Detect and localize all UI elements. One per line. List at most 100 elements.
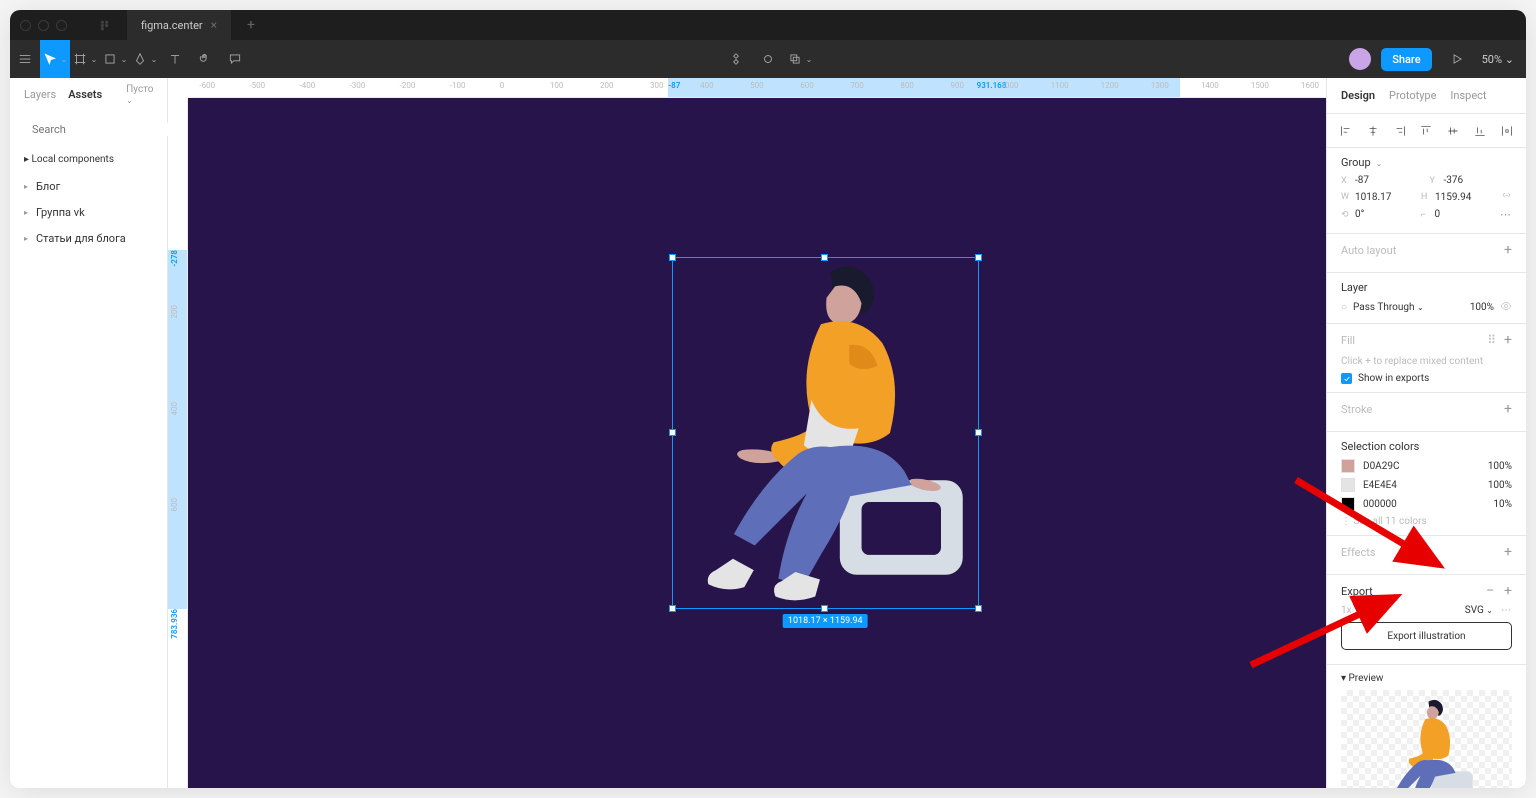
align-hcenter-icon[interactable] bbox=[1366, 124, 1380, 138]
more-icon[interactable]: ⋯ bbox=[1500, 208, 1512, 221]
align-right-icon[interactable] bbox=[1393, 124, 1407, 138]
preview-thumbnail bbox=[1341, 690, 1512, 788]
menu-button[interactable] bbox=[10, 40, 40, 78]
figma-logo-icon bbox=[98, 19, 111, 32]
export-scale[interactable]: 1x bbox=[1341, 605, 1352, 616]
file-tab-label: figma.center bbox=[141, 19, 203, 32]
section-frame: Group ⌄ X-87 Y-376 W1018.17 H1159.94 ⟲0°… bbox=[1327, 148, 1526, 234]
align-bottom-icon[interactable] bbox=[1473, 124, 1487, 138]
resize-handle[interactable] bbox=[975, 605, 982, 612]
component-icon[interactable] bbox=[721, 40, 751, 78]
tree-item[interactable]: ▸Блог bbox=[18, 173, 159, 199]
shape-tool[interactable]: ⌄ bbox=[100, 40, 130, 78]
resize-handle[interactable] bbox=[821, 605, 828, 612]
see-all-colors[interactable]: ⋮ See all 11 colors bbox=[1341, 516, 1512, 527]
present-button[interactable] bbox=[1442, 40, 1472, 78]
right-panel: Design Prototype Inspect Group ⌄ X-87 Y-… bbox=[1326, 78, 1526, 788]
fill-hint: Click + to replace mixed content bbox=[1341, 354, 1512, 369]
tab-inspect[interactable]: Inspect bbox=[1450, 89, 1486, 102]
show-in-exports-check[interactable]: Show in exports bbox=[1341, 373, 1512, 384]
move-tool[interactable]: ⌄ bbox=[40, 40, 70, 78]
prop-w[interactable]: 1018.17 bbox=[1355, 192, 1391, 203]
new-tab-button[interactable]: + bbox=[237, 17, 265, 33]
comment-tool[interactable] bbox=[220, 40, 250, 78]
resize-handle[interactable] bbox=[669, 429, 676, 436]
preview-toggle[interactable]: ▾ Preview bbox=[1341, 673, 1512, 684]
titlebar: figma.center × + bbox=[10, 10, 1526, 40]
tab-design[interactable]: Design bbox=[1341, 89, 1375, 102]
export-button[interactable]: Export illustration bbox=[1341, 622, 1512, 650]
align-left-icon[interactable] bbox=[1339, 124, 1353, 138]
section-local-components[interactable]: ▸ Local components bbox=[10, 146, 167, 173]
section-fill: Fill ⠿+ Click + to replace mixed content… bbox=[1327, 324, 1526, 393]
tab-assets[interactable]: Assets bbox=[68, 88, 102, 101]
resize-handle[interactable] bbox=[821, 254, 828, 261]
traffic-lights[interactable] bbox=[20, 20, 67, 31]
selection-box[interactable]: 1018.17 × 1159.94 bbox=[672, 257, 979, 609]
resize-handle[interactable] bbox=[669, 254, 676, 261]
visibility-icon[interactable] bbox=[1500, 300, 1512, 315]
left-panel: Layers Assets Пусто ⌄ ▸ Local components… bbox=[10, 78, 168, 788]
boolean-icon[interactable]: ⌄ bbox=[785, 40, 815, 78]
ruler-horizontal: -600 -500 -400 -300 -200 -100 0 100 200 … bbox=[188, 78, 1326, 98]
add-fill[interactable]: + bbox=[1504, 332, 1512, 348]
export-format[interactable]: SVG ⌄ bbox=[1465, 605, 1493, 616]
prop-radius[interactable]: 0 bbox=[1435, 209, 1441, 220]
file-tab[interactable]: figma.center × bbox=[127, 10, 231, 40]
canvas-area: -600 -500 -400 -300 -200 -100 0 100 200 … bbox=[168, 78, 1326, 788]
section-export: Export −+ 1x Suffix SVG ⌄ ⋯ Export illus… bbox=[1327, 575, 1526, 665]
align-controls bbox=[1327, 114, 1526, 148]
assets-search bbox=[10, 112, 167, 146]
resize-handle[interactable] bbox=[975, 429, 982, 436]
toolbar-center: ⌄ bbox=[721, 40, 815, 78]
share-button[interactable]: Share bbox=[1381, 48, 1431, 71]
mask-icon[interactable] bbox=[753, 40, 783, 78]
add-stroke[interactable]: + bbox=[1504, 401, 1512, 417]
resize-handle[interactable] bbox=[669, 605, 676, 612]
close-icon[interactable]: × bbox=[211, 18, 217, 32]
tree-item[interactable]: ▸Статьи для блога bbox=[18, 225, 159, 251]
color-row[interactable]: D0A29C100% bbox=[1341, 459, 1512, 473]
align-vcenter-icon[interactable] bbox=[1446, 124, 1460, 138]
tree-item[interactable]: ▸Группа vk bbox=[18, 199, 159, 225]
toolbar: ⌄ ⌄ ⌄ ⌄ ⌄ Share 50% ⌄ bbox=[10, 40, 1526, 78]
add-autolayout[interactable]: + bbox=[1504, 242, 1512, 258]
resize-handle[interactable] bbox=[975, 254, 982, 261]
export-more-icon[interactable]: ⋯ bbox=[1501, 605, 1512, 616]
illustration bbox=[673, 258, 978, 608]
zoom-dropdown[interactable]: 50% ⌄ bbox=[1482, 53, 1514, 66]
pen-tool[interactable]: ⌄ bbox=[130, 40, 160, 78]
constrain-icon[interactable] bbox=[1501, 190, 1512, 204]
selection-dimensions: 1018.17 × 1159.94 bbox=[783, 614, 868, 628]
canvas[interactable]: 1018.17 × 1159.94 bbox=[188, 98, 1326, 788]
page-dropdown[interactable]: Пусто ⌄ bbox=[126, 84, 153, 106]
add-effect[interactable]: + bbox=[1504, 544, 1512, 560]
frame-tool[interactable]: ⌄ bbox=[70, 40, 100, 78]
right-tabs: Design Prototype Inspect bbox=[1327, 78, 1526, 114]
tab-prototype[interactable]: Prototype bbox=[1389, 89, 1436, 102]
color-row[interactable]: E4E4E4100% bbox=[1341, 478, 1512, 492]
add-export[interactable]: + bbox=[1504, 583, 1512, 599]
user-avatar[interactable] bbox=[1349, 48, 1371, 70]
section-layer: Layer ○ Pass Through ⌄ 100% bbox=[1327, 273, 1526, 324]
prop-x[interactable]: -87 bbox=[1355, 175, 1369, 186]
export-suffix[interactable]: Suffix bbox=[1360, 605, 1385, 616]
ruler-vertical: -278 200 400 600 783.936 bbox=[168, 98, 188, 788]
color-row[interactable]: 00000010% bbox=[1341, 497, 1512, 511]
prop-rotation[interactable]: 0° bbox=[1355, 209, 1364, 220]
text-tool[interactable] bbox=[160, 40, 190, 78]
distribute-icon[interactable] bbox=[1500, 124, 1514, 138]
remove-export[interactable]: − bbox=[1486, 583, 1494, 599]
section-preview: ▾ Preview bbox=[1327, 665, 1526, 788]
hand-tool[interactable] bbox=[190, 40, 220, 78]
prop-y[interactable]: -376 bbox=[1444, 175, 1464, 186]
tab-layers[interactable]: Layers bbox=[24, 88, 56, 101]
blend-mode[interactable]: Pass Through ⌄ bbox=[1353, 302, 1464, 313]
section-autolayout: Auto layout+ bbox=[1327, 234, 1526, 273]
align-top-icon[interactable] bbox=[1419, 124, 1433, 138]
prop-h[interactable]: 1159.94 bbox=[1435, 192, 1471, 203]
section-effects: Effects+ bbox=[1327, 536, 1526, 575]
opacity-input[interactable]: 100% bbox=[1470, 302, 1494, 313]
section-selection-colors: Selection colors D0A29C100% E4E4E4100% 0… bbox=[1327, 432, 1526, 536]
search-input[interactable] bbox=[32, 123, 172, 136]
